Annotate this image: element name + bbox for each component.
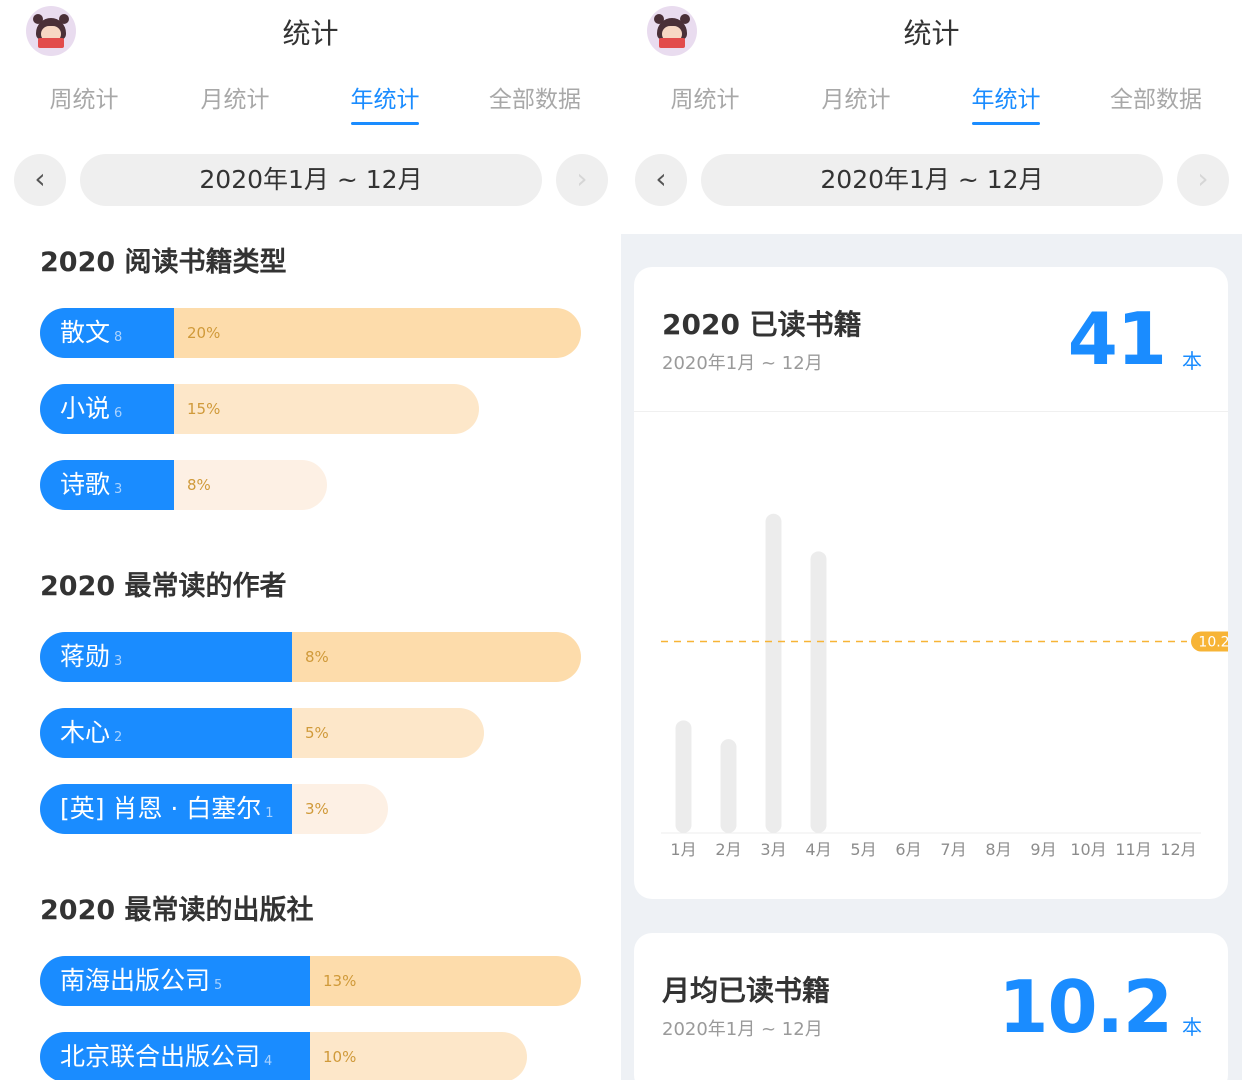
section-title: 2020 最常读的作者 (40, 571, 287, 602)
stat-bar-row[interactable]: 北京联合出版公司 4 10% (40, 1032, 527, 1080)
monthly-average-value: 10.2 (998, 965, 1173, 1049)
monthly-books-chart: 1月 2月 3月 4月 5月 6月 7月 8月 9月 10月 11月 12月 10.2 (661, 513, 1228, 859)
tab-month[interactable]: 月统计 (781, 80, 931, 114)
next-range-button[interactable]: › (1177, 154, 1229, 206)
x-tick-label: 3月 (760, 840, 786, 859)
prev-range-button[interactable]: ‹ (14, 154, 66, 206)
stat-bar-row[interactable]: [英] 肖恩 · 白塞尔 1 3% (40, 784, 388, 834)
bar-label: 南海出版公司 5 (60, 956, 222, 1011)
item-name: 小说 (60, 394, 111, 423)
section-title: 2020 最常读的出版社 (40, 895, 314, 926)
item-percent: 10% (323, 1048, 357, 1066)
tab-underline (972, 122, 1040, 125)
item-name: [英] 肖恩 · 白塞尔 (60, 794, 262, 823)
x-tick-label: 11月 (1115, 840, 1151, 859)
tab-year[interactable]: 年统计 (310, 80, 460, 114)
tab-week[interactable]: 周统计 (9, 80, 159, 114)
left-panel: 统计 周统计 月统计 年统计 全部数据 ‹ 2020年1月 ~ 12月 › 20… (0, 0, 621, 1080)
item-count: 2 (114, 730, 123, 745)
item-name: 诗歌 (60, 470, 111, 499)
x-tick-label: 9月 (1030, 840, 1056, 859)
x-tick-label: 10月 (1070, 840, 1106, 859)
date-range[interactable]: 2020年1月 ~ 12月 (701, 154, 1163, 206)
books-read-card: 2020 已读书籍 2020年1月 ~ 12月 41 本 1月 2月 3月 4月 5月 6… (634, 267, 1228, 899)
item-percent: 15% (187, 400, 221, 418)
item-count: 4 (264, 1054, 273, 1069)
tab-week[interactable]: 周统计 (630, 80, 780, 114)
tab-bar: 周统计 月统计 年统计 全部数据 (621, 80, 1242, 130)
item-count: 8 (114, 330, 123, 345)
item-count: 6 (114, 406, 123, 421)
stat-bar-row[interactable]: 南海出版公司 5 13% (40, 956, 581, 1006)
tab-bar: 周统计 月统计 年统计 全部数据 (0, 80, 621, 130)
item-count: 3 (114, 482, 123, 497)
item-name: 木心 (60, 718, 111, 747)
books-read-range: 2020年1月 ~ 12月 (662, 353, 823, 374)
bar-2月[interactable] (720, 739, 737, 833)
item-name: 南海出版公司 (60, 966, 211, 995)
tab-underline (351, 122, 419, 125)
stat-bar-row[interactable]: 小说 6 15% (40, 384, 479, 434)
item-name: 散文 (60, 318, 111, 347)
monthly-average-range: 2020年1月 ~ 12月 (662, 1019, 823, 1040)
item-name: 北京联合出版公司 (60, 1042, 261, 1071)
bar-label: 散文 8 (60, 308, 122, 363)
bar-label: 诗歌 3 (60, 460, 122, 515)
bar-label: [英] 肖恩 · 白塞尔 1 (60, 784, 274, 839)
monthly-average-unit: 本 (1182, 1015, 1202, 1039)
item-percent: 5% (305, 724, 329, 742)
bar-label: 小说 6 (60, 384, 122, 439)
stat-bar-row[interactable]: 散文 8 20% (40, 308, 581, 358)
chevron-right-icon: › (1197, 162, 1209, 195)
books-read-unit: 本 (1182, 349, 1202, 373)
stat-bar-row[interactable]: 蒋勋 3 8% (40, 632, 581, 682)
x-tick-label: 8月 (985, 840, 1011, 859)
chevron-right-icon: › (576, 162, 588, 195)
next-range-button[interactable]: › (556, 154, 608, 206)
item-percent: 3% (305, 800, 329, 818)
stat-bar-row[interactable]: 木心 2 5% (40, 708, 484, 758)
page-title: 统计 (903, 17, 960, 50)
monthly-average-title: 月均已读书籍 (662, 974, 831, 1007)
tab-all-data[interactable]: 全部数据 (460, 80, 610, 114)
chevron-left-icon: ‹ (34, 162, 46, 195)
tab-month[interactable]: 月统计 (160, 80, 310, 114)
x-tick-label: 4月 (805, 840, 831, 859)
x-tick-label: 6月 (895, 840, 921, 859)
monthly-average-card: 月均已读书籍 2020年1月 ~ 12月 10.2 本 (634, 933, 1228, 1080)
bar-1月[interactable] (675, 720, 692, 833)
chevron-left-icon: ‹ (655, 162, 667, 195)
tab-year[interactable]: 年统计 (931, 80, 1081, 114)
average-badge-label: 10.2 (1198, 634, 1228, 650)
tab-all-data[interactable]: 全部数据 (1081, 80, 1231, 114)
bar-label: 蒋勋 3 (60, 632, 122, 687)
bar-label: 北京联合出版公司 4 (60, 1032, 272, 1080)
item-percent: 13% (323, 972, 357, 990)
item-count: 3 (114, 654, 123, 669)
books-read-title: 2020 已读书籍 (662, 308, 862, 341)
page-title: 统计 (282, 17, 339, 50)
bar-3月[interactable] (765, 513, 782, 833)
item-percent: 8% (305, 648, 329, 666)
header: 统计 周统计 月统计 年统计 全部数据 ‹ 2020年1月 ~ 12月 › (621, 0, 1242, 234)
item-percent: 8% (187, 476, 211, 494)
item-count: 1 (265, 806, 274, 821)
x-tick-label: 2月 (715, 840, 741, 859)
date-range[interactable]: 2020年1月 ~ 12月 (80, 154, 542, 206)
item-percent: 20% (187, 324, 221, 342)
x-tick-label: 5月 (850, 840, 876, 859)
prev-range-button[interactable]: ‹ (635, 154, 687, 206)
x-tick-label: 7月 (940, 840, 966, 859)
x-tick-label: 1月 (670, 840, 696, 859)
x-tick-label: 12月 (1160, 840, 1196, 859)
bar-label: 木心 2 (60, 708, 122, 763)
bar-4月[interactable] (810, 551, 827, 833)
books-read-total: 41 (1067, 297, 1167, 381)
item-count: 5 (214, 978, 223, 993)
item-name: 蒋勋 (60, 642, 111, 671)
section-title: 2020 阅读书籍类型 (40, 247, 287, 278)
stat-bar-row[interactable]: 诗歌 3 8% (40, 460, 327, 510)
header: 统计 周统计 月统计 年统计 全部数据 ‹ 2020年1月 ~ 12月 › (0, 0, 621, 234)
